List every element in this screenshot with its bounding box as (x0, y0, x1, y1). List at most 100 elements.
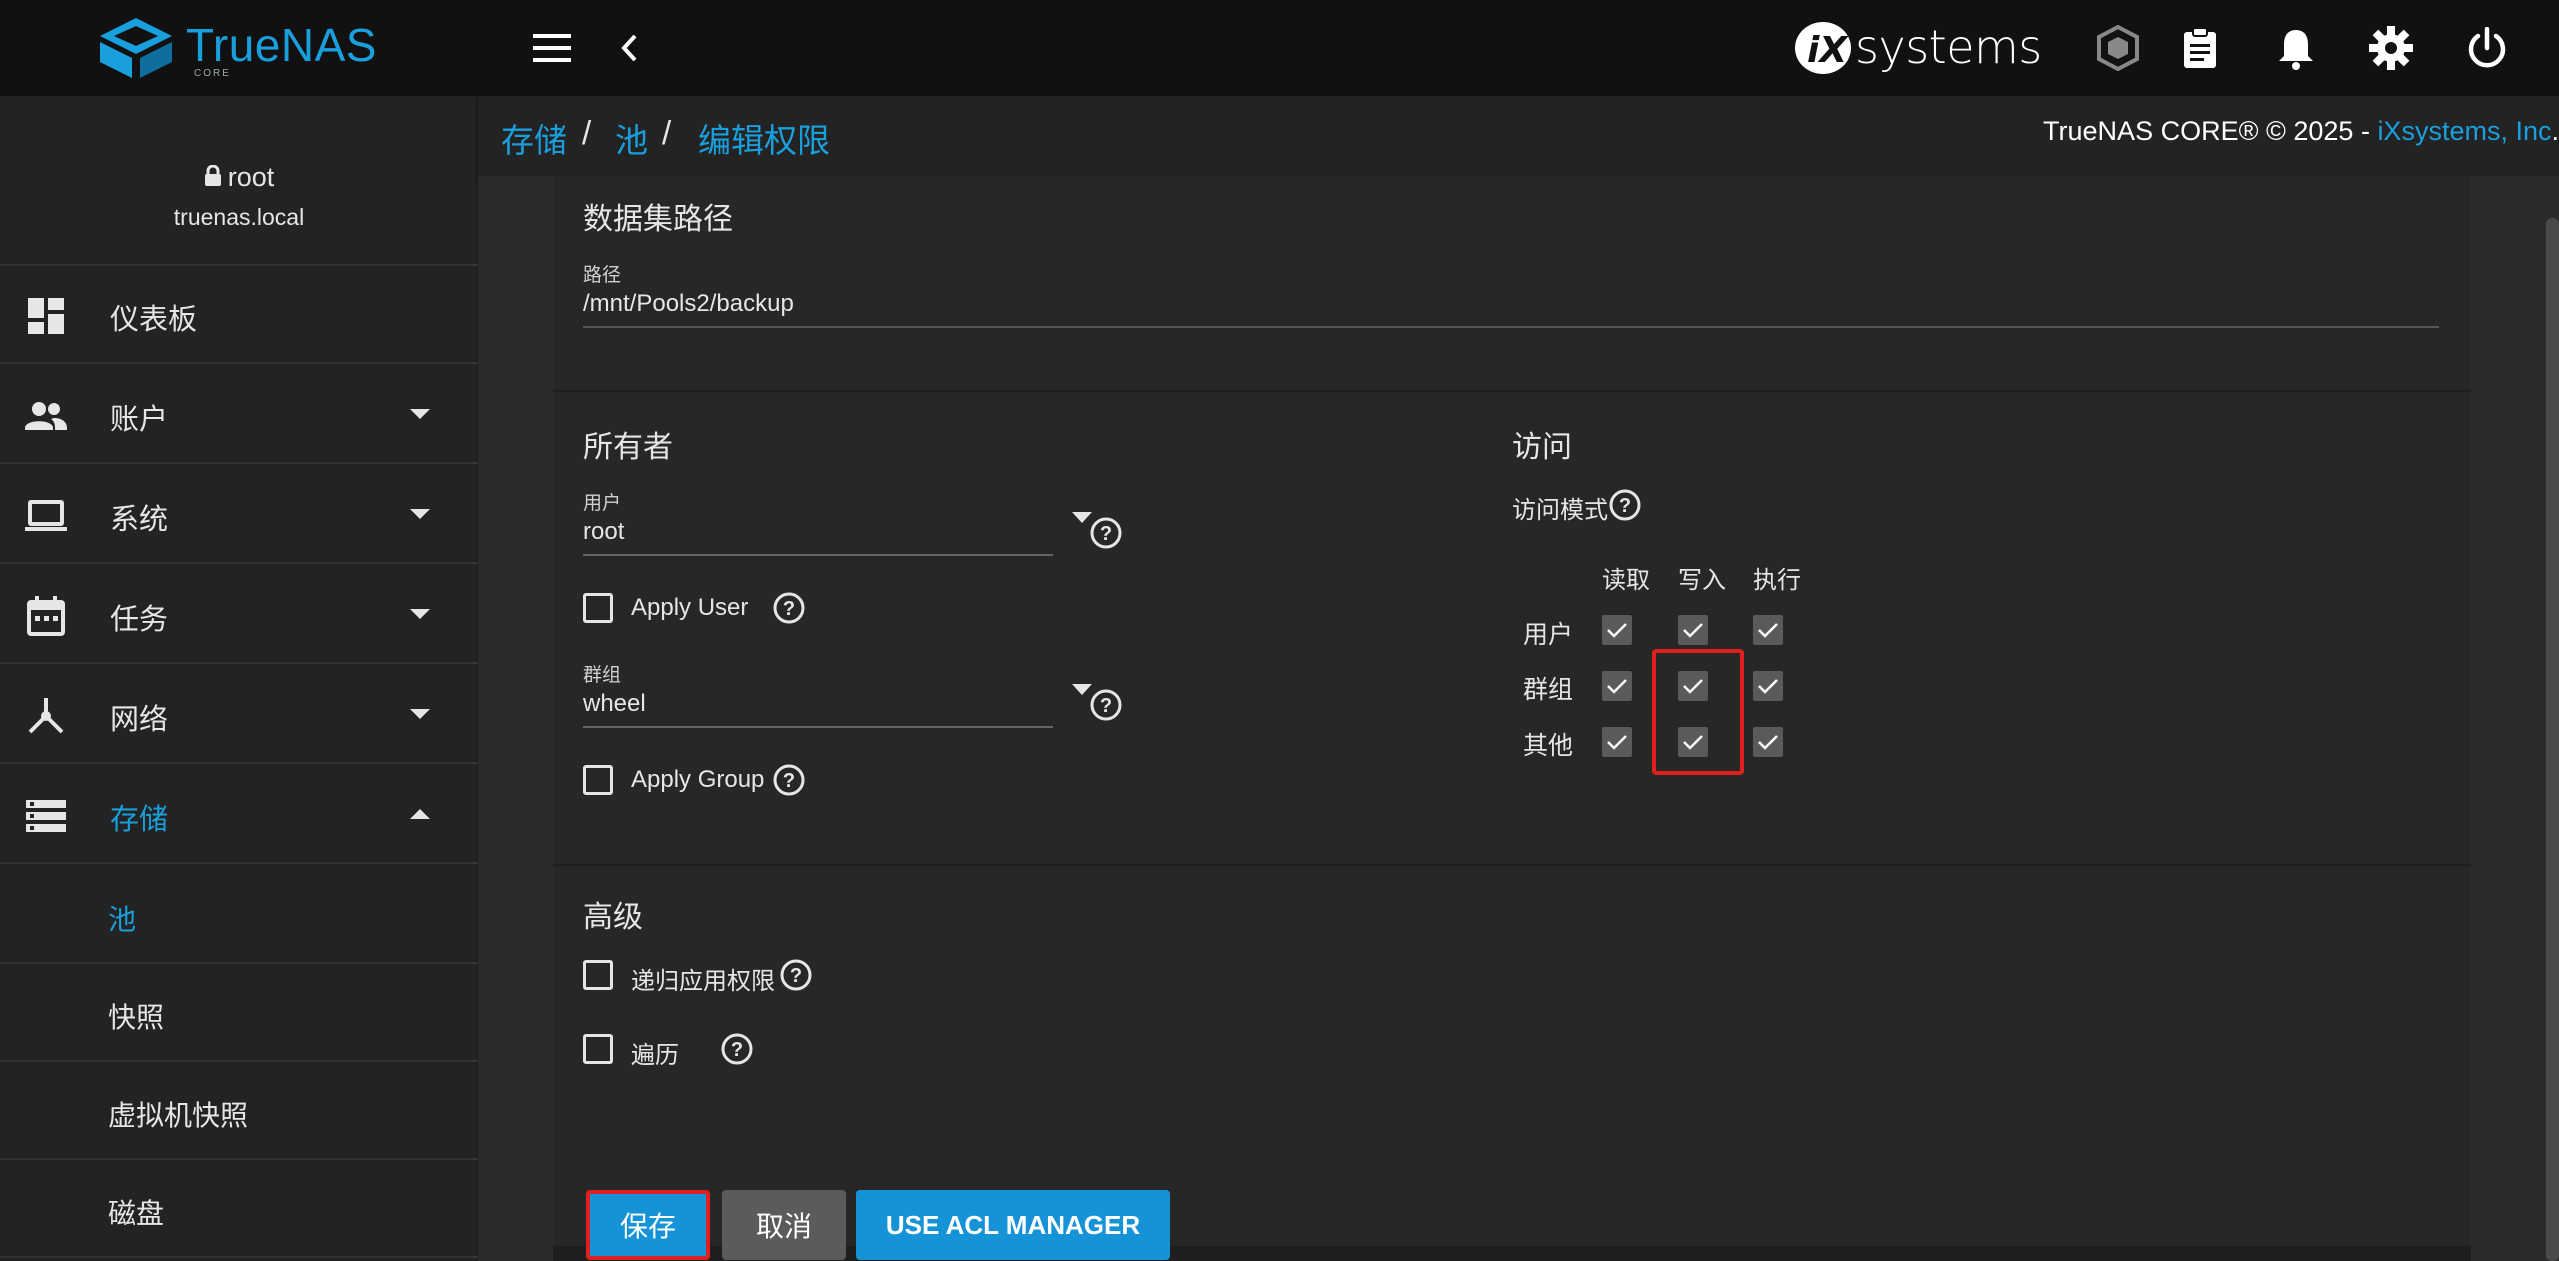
collapse-back-icon[interactable] (606, 24, 654, 72)
sidebar-item-dashboard[interactable]: 仪表板 (0, 266, 478, 364)
access-mode-help-icon[interactable]: ? (1608, 488, 1642, 522)
breadcrumb-pools[interactable]: 池 (615, 114, 648, 162)
recursive-label: 递归应用权限 (631, 968, 775, 995)
storage-icon (26, 800, 66, 832)
owner-title: 所有者 (583, 431, 673, 464)
notifications-bell-icon[interactable] (2272, 24, 2320, 72)
sidebar-item-label: 系统 (110, 504, 169, 536)
group-underline (583, 726, 1053, 728)
user-name-row: root (0, 162, 478, 193)
apply-user-help-icon[interactable]: ? (772, 591, 806, 625)
ixsystems-link[interactable]: iXsystems, Inc (2377, 116, 2551, 146)
traverse-help-icon[interactable]: ? (720, 1032, 754, 1066)
group-help-icon[interactable]: ? (1089, 688, 1123, 722)
save-button[interactable]: 保存 (586, 1190, 710, 1260)
user-select[interactable]: root (583, 518, 624, 546)
traverse-checkbox[interactable] (583, 1034, 613, 1064)
hostname: truenas.local (173, 204, 305, 230)
traverse-label: 遍历 (631, 1042, 679, 1069)
group-select[interactable]: wheel (583, 690, 646, 718)
use-acl-manager-button[interactable]: USE ACL MANAGER (856, 1190, 1170, 1260)
power-icon[interactable] (2463, 24, 2511, 72)
check-icon (1758, 623, 1778, 638)
apply-user-checkbox[interactable] (583, 593, 613, 623)
sidebar-subitem-pools[interactable]: 池 (0, 866, 478, 964)
svg-text:?: ? (783, 770, 795, 792)
scrollbar-thumb[interactable] (2546, 218, 2559, 1261)
system-laptop-icon (25, 500, 67, 531)
owner-access-section: 所有者 用户 root ? Apply User ? 群组 wheel ? Ap… (553, 392, 2471, 864)
truenas-logo-icon (100, 18, 172, 78)
other-execute-checkbox[interactable] (1753, 727, 1783, 757)
user-read-checkbox[interactable] (1602, 615, 1632, 645)
check-icon (1758, 679, 1778, 694)
group-read-checkbox[interactable] (1602, 671, 1632, 701)
check-icon (1607, 623, 1627, 638)
recursive-checkbox[interactable] (583, 960, 613, 990)
access-row-group-label: 群组 (1523, 676, 1574, 704)
svg-text:?: ? (731, 1039, 743, 1061)
sidebar-item-label: 存储 (110, 804, 169, 836)
ixsystems-logo-icon: iX (1795, 22, 1851, 74)
apply-group-help-icon[interactable]: ? (772, 763, 806, 797)
access-col-write: 写入 (1678, 567, 1726, 594)
logo-text: TrueNAS (186, 19, 377, 71)
permissions-form-card: 数据集路径 路径 /mnt/Pools2/backup 所有者 用户 root … (553, 176, 2471, 1261)
user-write-checkbox[interactable] (1678, 615, 1708, 645)
username: root (227, 162, 275, 192)
path-label: 路径 (583, 265, 622, 286)
accounts-people-icon (25, 402, 67, 430)
truenas-logo[interactable]: TrueNAS CORE (96, 16, 396, 80)
user-field-label: 用户 (583, 493, 622, 514)
breadcrumb-separator: / (582, 114, 592, 151)
lock-icon (204, 164, 221, 186)
sidebar-item-storage[interactable]: 存储 (0, 766, 478, 864)
sidebar-item-label: 仪表板 (110, 304, 198, 336)
apply-user-label: Apply User (631, 594, 749, 621)
other-read-checkbox[interactable] (1602, 727, 1632, 757)
sidebar-subitem-vm-snapshots[interactable]: 虚拟机快照 (0, 1062, 478, 1160)
caret-down-icon (410, 509, 430, 519)
access-col-execute: 执行 (1753, 567, 1801, 594)
sidebar-subitem-label: 快照 (108, 1002, 165, 1033)
network-icon (28, 698, 64, 734)
svg-text:?: ? (1100, 695, 1112, 717)
breadcrumb-separator: / (662, 114, 672, 151)
sidebar-item-label: 账户 (110, 404, 169, 436)
user-execute-checkbox[interactable] (1753, 615, 1783, 645)
recursive-help-icon[interactable]: ? (779, 958, 813, 992)
logo-edition: CORE (194, 68, 231, 79)
sidebar-item-system[interactable]: 系统 (0, 466, 478, 564)
path-value: /mnt/Pools2/backup (583, 290, 794, 317)
menu-toggle-icon[interactable] (528, 24, 576, 72)
sidebar-subitem-disks[interactable]: 磁盘 (0, 1160, 478, 1258)
access-title: 访问 (1512, 431, 1572, 464)
check-icon (1607, 679, 1627, 694)
sidebar-subitem-label: 虚拟机快照 (108, 1100, 249, 1131)
group-field-label: 群组 (583, 665, 622, 686)
sidebar-item-network[interactable]: 网络 (0, 666, 478, 764)
cancel-button[interactable]: 取消 (722, 1190, 846, 1260)
settings-gear-icon[interactable] (2367, 24, 2415, 72)
advanced-section: 高级 递归应用权限 ? 遍历 ? (553, 866, 2471, 1246)
sidebar-subitem-snapshots[interactable]: 快照 (0, 964, 478, 1062)
user-info: root truenas.local (0, 96, 478, 266)
top-bar: TrueNAS CORE iX systems (0, 0, 2559, 96)
svg-text:iX: iX (1807, 30, 1849, 71)
group-execute-checkbox[interactable] (1753, 671, 1783, 701)
caret-up-icon (410, 809, 430, 819)
user-help-icon[interactable]: ? (1089, 516, 1123, 550)
truecommand-icon[interactable] (2094, 24, 2142, 72)
task-manager-icon[interactable] (2176, 24, 2224, 72)
access-row-user-label: 用户 (1523, 621, 1574, 649)
sidebar-item-accounts[interactable]: 账户 (0, 366, 478, 464)
sidebar-item-tasks[interactable]: 任务 (0, 566, 478, 664)
breadcrumb: 存储 / 池 / 编辑权限 TrueNAS CORE® © 2025 - iXs… (478, 96, 2559, 176)
apply-group-checkbox[interactable] (583, 765, 613, 795)
sidebar-item-label: 网络 (110, 704, 169, 736)
ixsystems-logo[interactable]: iX systems (1793, 18, 2042, 78)
check-icon (1758, 735, 1778, 750)
advanced-title: 高级 (583, 901, 643, 934)
breadcrumb-storage[interactable]: 存储 (501, 114, 567, 162)
copyright-prefix: TrueNAS CORE® © 2025 - (2043, 116, 2378, 146)
